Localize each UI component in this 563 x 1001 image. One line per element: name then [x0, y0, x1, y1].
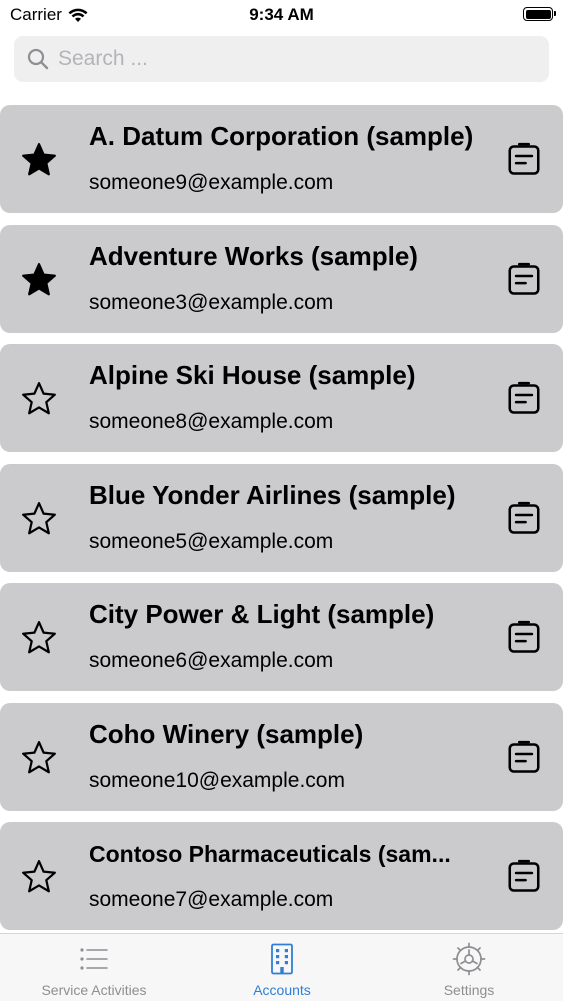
notepad-icon[interactable] [505, 141, 543, 179]
status-bar: Carrier 9:34 AM [0, 0, 563, 30]
account-email: someone3@example.com [89, 290, 334, 314]
account-email: someone8@example.com [89, 410, 334, 433]
favorite-star-icon[interactable] [20, 500, 58, 538]
list-icon [80, 948, 108, 970]
account-card[interactable]: City Power & Light (sample) someone6@exa… [0, 583, 563, 691]
account-card[interactable]: Alpine Ski House (sample) someone8@examp… [0, 344, 563, 452]
battery-icon [523, 7, 556, 21]
favorite-star-icon[interactable] [20, 380, 58, 418]
account-name: Blue Yonder Airlines (sample) [89, 479, 456, 510]
account-card[interactable]: Blue Yonder Airlines (sample) someone5@e… [0, 463, 563, 572]
notepad-icon[interactable] [505, 858, 543, 896]
account-name: City Power & Light (sample) [89, 599, 435, 629]
favorite-star-icon[interactable] [20, 141, 58, 179]
account-card[interactable]: Coho Winery (sample) someone10@example.c… [0, 702, 563, 811]
account-email: someone5@example.com [89, 529, 334, 553]
favorite-star-icon[interactable] [20, 858, 58, 896]
favorite-star-icon[interactable] [20, 739, 58, 777]
account-card[interactable]: Contoso Pharmaceuticals (sam... someone7… [0, 822, 563, 930]
notepad-icon[interactable] [505, 261, 543, 299]
tab-label: Service Activities [41, 982, 147, 998]
notepad-icon[interactable] [505, 739, 543, 777]
account-email: someone9@example.com [89, 171, 334, 194]
search-bar[interactable] [14, 36, 549, 82]
tab-label: Accounts [253, 982, 311, 998]
account-name: Alpine Ski House (sample) [89, 360, 416, 390]
notepad-icon[interactable] [505, 500, 543, 538]
gear-icon [452, 942, 486, 976]
tab-bar: Service Activities Accounts Settings [0, 933, 563, 1001]
account-name: Contoso Pharmaceuticals (sam... [89, 841, 451, 867]
notepad-icon[interactable] [505, 619, 543, 657]
account-list: A. Datum Corporation (sample) someone9@e… [0, 105, 563, 942]
tab-label: Settings [443, 982, 495, 998]
tab-settings[interactable]: Settings [375, 934, 563, 1001]
tab-accounts[interactable]: Accounts [188, 934, 376, 1001]
tab-service-activities[interactable]: Service Activities [0, 934, 188, 1001]
clock: 9:34 AM [249, 5, 314, 24]
notepad-icon[interactable] [505, 380, 543, 418]
search-input[interactable] [58, 47, 498, 71]
account-name: Coho Winery (sample) [89, 718, 364, 749]
battery-fill [525, 9, 551, 19]
account-name: Adventure Works (sample) [89, 240, 418, 271]
account-email: someone10@example.com [89, 768, 345, 792]
search-icon [27, 48, 49, 70]
account-name: A. Datum Corporation (sample) [89, 121, 474, 151]
account-card[interactable]: Adventure Works (sample) someone3@exampl… [0, 224, 563, 333]
account-email: someone7@example.com [89, 888, 334, 911]
building-icon [271, 943, 293, 975]
account-card[interactable]: A. Datum Corporation (sample) someone9@e… [0, 105, 563, 213]
favorite-star-icon[interactable] [20, 619, 58, 657]
favorite-star-icon[interactable] [20, 261, 58, 299]
account-email: someone6@example.com [89, 649, 334, 672]
